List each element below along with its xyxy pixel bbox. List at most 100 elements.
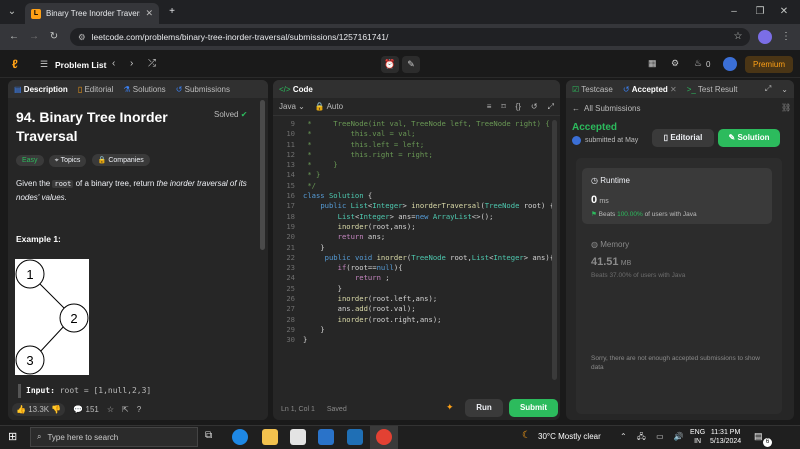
notification-icon[interactable]: ▤ [754,431,763,442]
premium-button[interactable]: Premium [745,56,793,73]
notes-icon[interactable]: ✎ [402,56,420,73]
edge-icon[interactable] [232,429,248,445]
memory-value: 41.51 MB [591,256,632,268]
topics-chip[interactable]: ⌖ Topics [48,155,87,167]
browser-menu-icon[interactable]: ⋮ [778,28,794,46]
file-explorer-icon[interactable] [262,429,278,445]
checkbox-icon: ☑ [572,84,580,94]
shuffle-icon[interactable]: ⤮ [148,58,156,69]
memory-label[interactable]: ◍ Memory [591,240,629,249]
tab-close-icon[interactable]: ✕ [145,8,153,19]
tree-node-label: 2 [70,311,77,326]
tree-node-label: 3 [26,353,33,368]
runtime-card[interactable]: ◷ Runtime 0 ms ⚑ Beats 100.00% of users … [582,168,772,224]
tab-solutions[interactable]: ⚗ Solutions [123,85,165,94]
weather-icon[interactable]: ☾ [522,430,531,441]
settings-gear-icon[interactable]: ⚙ [671,58,679,69]
share-icon[interactable]: ⇱ [122,405,129,414]
braces-icon[interactable]: {} [516,102,521,111]
arrow-left-icon: ← [572,104,580,113]
favorite-star-icon[interactable]: ☆ [107,405,114,414]
beats-icon: ⚑ [591,211,597,218]
reload-icon[interactable]: ↻ [46,28,62,46]
bookmark-star-icon[interactable]: ☆ [730,28,746,46]
like-button[interactable]: 👍 13.3K 👎 [12,402,66,416]
companies-chip[interactable]: 🔒 Companies [91,154,150,166]
site-info-icon[interactable]: ⚙ [78,32,86,43]
vscode-icon[interactable] [347,429,363,445]
window-close-icon[interactable]: ✕ [776,3,792,21]
submit-button[interactable]: Submit [509,399,558,417]
runtime-beats: ⚑ Beats 100.00% of users with Java [591,211,697,218]
streak-fire-icon: ♨ [694,58,703,68]
leetcode-logo-icon[interactable]: ℓ [12,57,25,71]
restore-icon[interactable]: ❐ [752,3,768,21]
browser-tab[interactable]: L Binary Tree Inorder Traversal - L ✕ [25,3,159,24]
edit-icon: ✎ [728,133,736,142]
search-icon: ⌕ [37,432,42,441]
description-panel: ▤ Description ▯ Editorial ⚗ Solutions ↺ … [8,80,268,420]
tree-diagram: 1 2 3 [15,259,89,375]
editorial-button[interactable]: ▯ Editorial [652,129,714,147]
user-avatar[interactable] [723,57,737,71]
run-button[interactable]: Run [465,399,503,417]
tree-node-label: 1 [26,267,33,282]
minimize-icon[interactable]: – [726,3,742,21]
weather-text[interactable]: 30°C Mostly clear [538,432,601,441]
submissions-icon: ↺ [175,84,183,94]
debug-icon[interactable]: ✦ [446,402,454,413]
address-bar[interactable]: ⚙ leetcode.com/problems/binary-tree-inor… [70,28,750,46]
prev-problem-icon[interactable]: ‹ [112,58,115,69]
problem-description: Given the root of a binary tree, return … [16,179,247,202]
memory-beats: Beats 37.00% of users with Java [591,272,686,279]
problem-list-link[interactable]: Problem List [55,60,106,70]
expand-icon[interactable]: ⤢ [765,84,771,94]
back-icon[interactable]: ← [6,28,22,46]
tab-accepted[interactable]: ↺ Accepted ✕ [623,85,677,94]
comments-button[interactable]: 💬 151 [73,405,99,414]
description-scrollbar[interactable] [260,100,265,250]
store-icon[interactable] [290,429,306,445]
reset-icon[interactable]: ↺ [531,102,538,111]
help-icon[interactable]: ? [137,405,141,414]
all-submissions-link[interactable]: ← All Submissions [572,104,788,113]
code-scrollbar[interactable] [552,120,557,380]
task-view-icon[interactable]: ⧉ [205,430,212,441]
format-icon[interactable]: ≡ [487,102,492,111]
tab-description[interactable]: ▤ Description [14,85,68,94]
close-tab-icon[interactable]: ✕ [670,85,677,94]
solution-button[interactable]: ✎ Solution [718,129,780,147]
input-language[interactable]: ENG IN [690,428,705,446]
windows-start-icon[interactable]: ⊞ [8,430,17,443]
bookmark-icon[interactable]: ⌑ [501,102,505,111]
result-panel: ☑ Testcase ↺ Accepted ✕ >_ Test Result ⤢… [566,80,794,420]
mail-icon[interactable] [318,429,334,445]
result-panel-tabs: ☑ Testcase ↺ Accepted ✕ >_ Test Result ⤢… [566,80,794,98]
panel-collapse-icon[interactable]: ⌄ [781,85,788,94]
autocomplete-mode[interactable]: 🔒 Auto [315,102,343,111]
forward-icon[interactable]: → [26,28,42,46]
tab-test-result[interactable]: >_ Test Result [687,85,738,94]
chrome-icon[interactable] [376,429,392,445]
difficulty-chip[interactable]: Easy [16,155,44,166]
code-editor[interactable]: 9 * TreeNode(int val, TreeNode left, Tre… [273,116,560,346]
system-tray-icons[interactable]: ⌃ 🖧 ▭ 🔊 [620,431,688,445]
new-tab-icon[interactable]: + [164,3,180,21]
language-select[interactable]: Java ⌄ [279,102,305,111]
tab-code[interactable]: </> Code [279,85,313,94]
timer-icon[interactable]: ⏰ [381,56,399,73]
tab-editorial[interactable]: ▯ Editorial [78,85,114,94]
fullscreen-icon[interactable]: ⤢ [548,102,554,112]
clock[interactable]: 11:31 PM 5/13/2024 [710,428,741,446]
profile-avatar[interactable] [758,30,772,44]
tab-submissions[interactable]: ↺ Submissions [176,85,230,94]
share-link-icon[interactable]: ⛓ [781,103,791,112]
layout-icon[interactable]: ▦ [648,58,657,69]
next-problem-icon[interactable]: › [130,58,133,69]
tab-testcase[interactable]: ☑ Testcase [572,85,613,94]
memory-chip-icon: ◍ [591,240,598,249]
taskbar-search[interactable]: ⌕ Type here to search [30,427,198,447]
runtime-label: ◷ Runtime [591,176,631,185]
tab-search-icon[interactable]: ⌄ [4,3,20,21]
notification-badge: 6 [763,438,772,447]
